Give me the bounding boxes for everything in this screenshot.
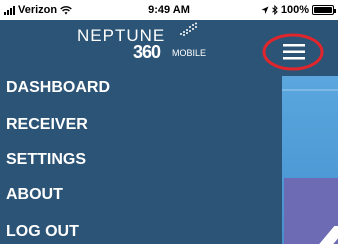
menu-item-settings[interactable]: SETTINGS — [6, 151, 86, 169]
menu-item-about[interactable]: ABOUT — [6, 186, 63, 204]
menu-item-receiver[interactable]: RECEIVER — [6, 116, 88, 134]
navigation-drawer: DASHBOARD RECEIVER SETTINGS ABOUT LOG OU… — [0, 76, 282, 244]
menu-item-log-out[interactable]: LOG OUT — [6, 223, 79, 241]
status-bar: Verizon 9:49 AM 100% — [0, 0, 338, 20]
signal-wave-icon — [180, 22, 197, 36]
logo-number: 360 — [133, 42, 161, 62]
battery-icon — [312, 5, 336, 15]
status-right: 100% — [261, 4, 336, 16]
location-arrow-icon — [261, 6, 269, 14]
content-divider — [282, 89, 338, 91]
bluetooth-icon — [272, 5, 278, 15]
battery-percent: 100% — [280, 4, 309, 16]
app-header: NEPTUNE 360 MOBILE — [0, 20, 338, 76]
main-content-peek[interactable] — [282, 76, 338, 244]
neptune-logo: NEPTUNE 360 MOBILE — [77, 22, 227, 64]
menu-item-dashboard[interactable]: DASHBOARD — [6, 79, 110, 97]
logo-suffix: MOBILE — [172, 48, 207, 58]
hamburger-icon[interactable] — [262, 32, 324, 72]
